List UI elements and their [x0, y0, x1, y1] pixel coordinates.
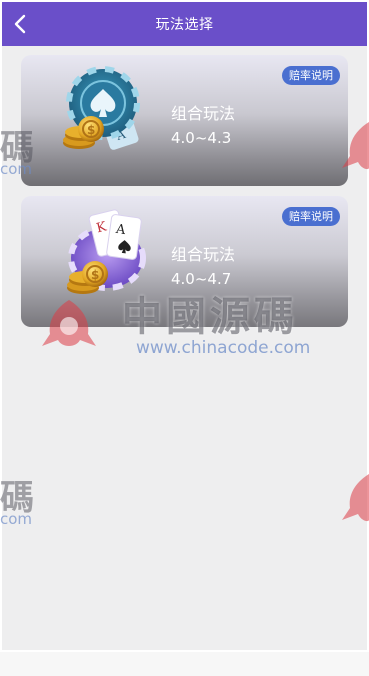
game-card-1-info: 组合玩法 4.0~4.3	[171, 103, 235, 149]
svg-text:$: $	[87, 123, 95, 137]
app-screen: 玩法选择 赔率说明 A $ 组合玩法 4.0~4.3 赔率说明 K A $ 组合…	[2, 2, 367, 650]
odds-range: 4.0~4.3	[171, 129, 232, 147]
game-name: 组合玩法	[171, 245, 236, 264]
game-name: 组合玩法	[171, 104, 236, 123]
game-card-1[interactable]: 赔率说明 A $ 组合玩法 4.0~4.3	[21, 55, 348, 186]
odds-info-button[interactable]: 赔率说明	[282, 207, 340, 226]
odds-info-button[interactable]: 赔率说明	[282, 66, 340, 85]
game-card-2[interactable]: 赔率说明 K A $ 组合玩法 4.0~4.7	[21, 196, 348, 327]
poker-chip-icon: A $	[63, 66, 140, 150]
chevron-left-icon	[14, 14, 26, 34]
page-title: 玩法选择	[155, 17, 214, 33]
odds-range: 4.0~4.7	[171, 270, 232, 288]
bottom-bar	[0, 652, 369, 676]
back-button[interactable]	[6, 8, 34, 40]
playing-cards-icon: K A $	[67, 209, 146, 294]
svg-text:$: $	[91, 268, 99, 282]
game-card-2-info: 组合玩法 4.0~4.7	[171, 244, 235, 290]
header-bar: 玩法选择	[2, 2, 367, 46]
